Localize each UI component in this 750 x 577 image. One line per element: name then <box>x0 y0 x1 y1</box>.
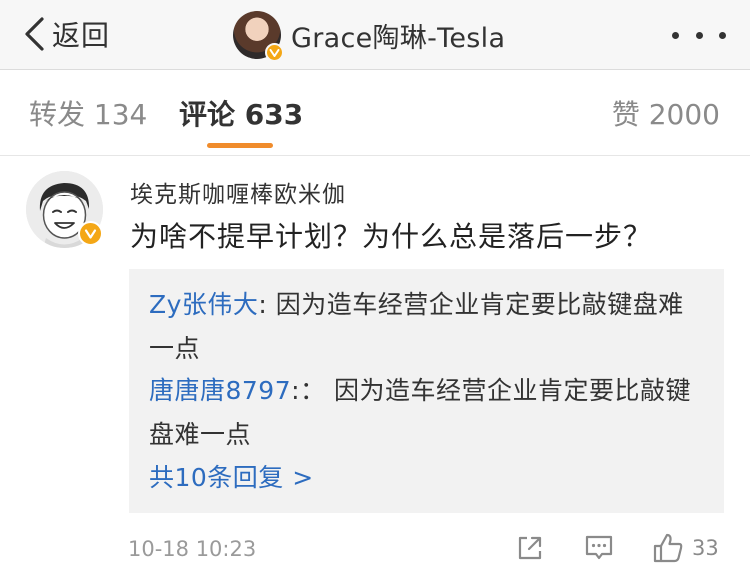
commenter-name[interactable]: 埃克斯咖喱棒欧米伽 <box>130 175 346 209</box>
nav-bar: 返回 Grace陶琳-Tesla <box>0 0 750 70</box>
reply-item: Zy张伟大: 因为造车经营企业肯定要比敲键盘难一点 <box>149 283 709 371</box>
comment-item: 埃克斯咖喱棒欧米伽 为啥不提早计划？为什么总是落后一步？ Zy张伟大: 因为造车… <box>0 157 750 577</box>
tab-repost[interactable]: 转发 134 <box>29 93 147 133</box>
more-dots-icon[interactable] <box>672 18 726 52</box>
comment-icon <box>585 535 613 560</box>
dot <box>695 31 703 39</box>
page-title: Grace陶琳-Tesla <box>291 22 506 54</box>
commenter-avatar[interactable] <box>26 171 103 248</box>
thumbs-up-icon <box>653 533 683 563</box>
dot <box>672 31 679 39</box>
active-tab-indicator <box>207 143 273 148</box>
tab-bar: 转发 134 评论 633 赞 2000 <box>0 71 750 156</box>
comment-timestamp: 10-18 10:23 <box>128 537 257 561</box>
tab-comment[interactable]: 评论 633 <box>179 93 303 133</box>
chevron-left-icon <box>25 17 44 51</box>
back-button[interactable]: 返回 <box>22 12 110 56</box>
like-count: 33 <box>692 536 719 560</box>
like-button[interactable]: 33 <box>652 531 719 565</box>
reply-button[interactable] <box>584 531 614 565</box>
back-label: 返回 <box>52 19 111 52</box>
reply-item: 唐唐唐8797:： 因为造车经营企业肯定要比敲键盘难一点 <box>149 369 709 457</box>
avatar[interactable] <box>233 11 284 62</box>
replies-box[interactable]: Zy张伟大: 因为造车经营企业肯定要比敲键盘难一点 唐唐唐8797:： 因为造车… <box>129 269 724 513</box>
share-button[interactable] <box>515 531 545 565</box>
verified-badge-icon <box>265 43 284 62</box>
view-all-replies-link[interactable]: 共10条回复 > <box>149 456 314 500</box>
reply-author[interactable]: 唐唐唐8797 <box>149 376 291 405</box>
nav-user[interactable]: Grace陶琳-Tesla <box>233 7 505 63</box>
verified-badge-icon <box>78 221 103 246</box>
reply-author[interactable]: Zy张伟大 <box>149 290 258 319</box>
share-icon <box>518 536 542 560</box>
comment-text: 为啥不提早计划？为什么总是落后一步？ <box>130 220 653 253</box>
dot <box>719 31 726 39</box>
tab-like[interactable]: 赞 2000 <box>612 93 720 133</box>
